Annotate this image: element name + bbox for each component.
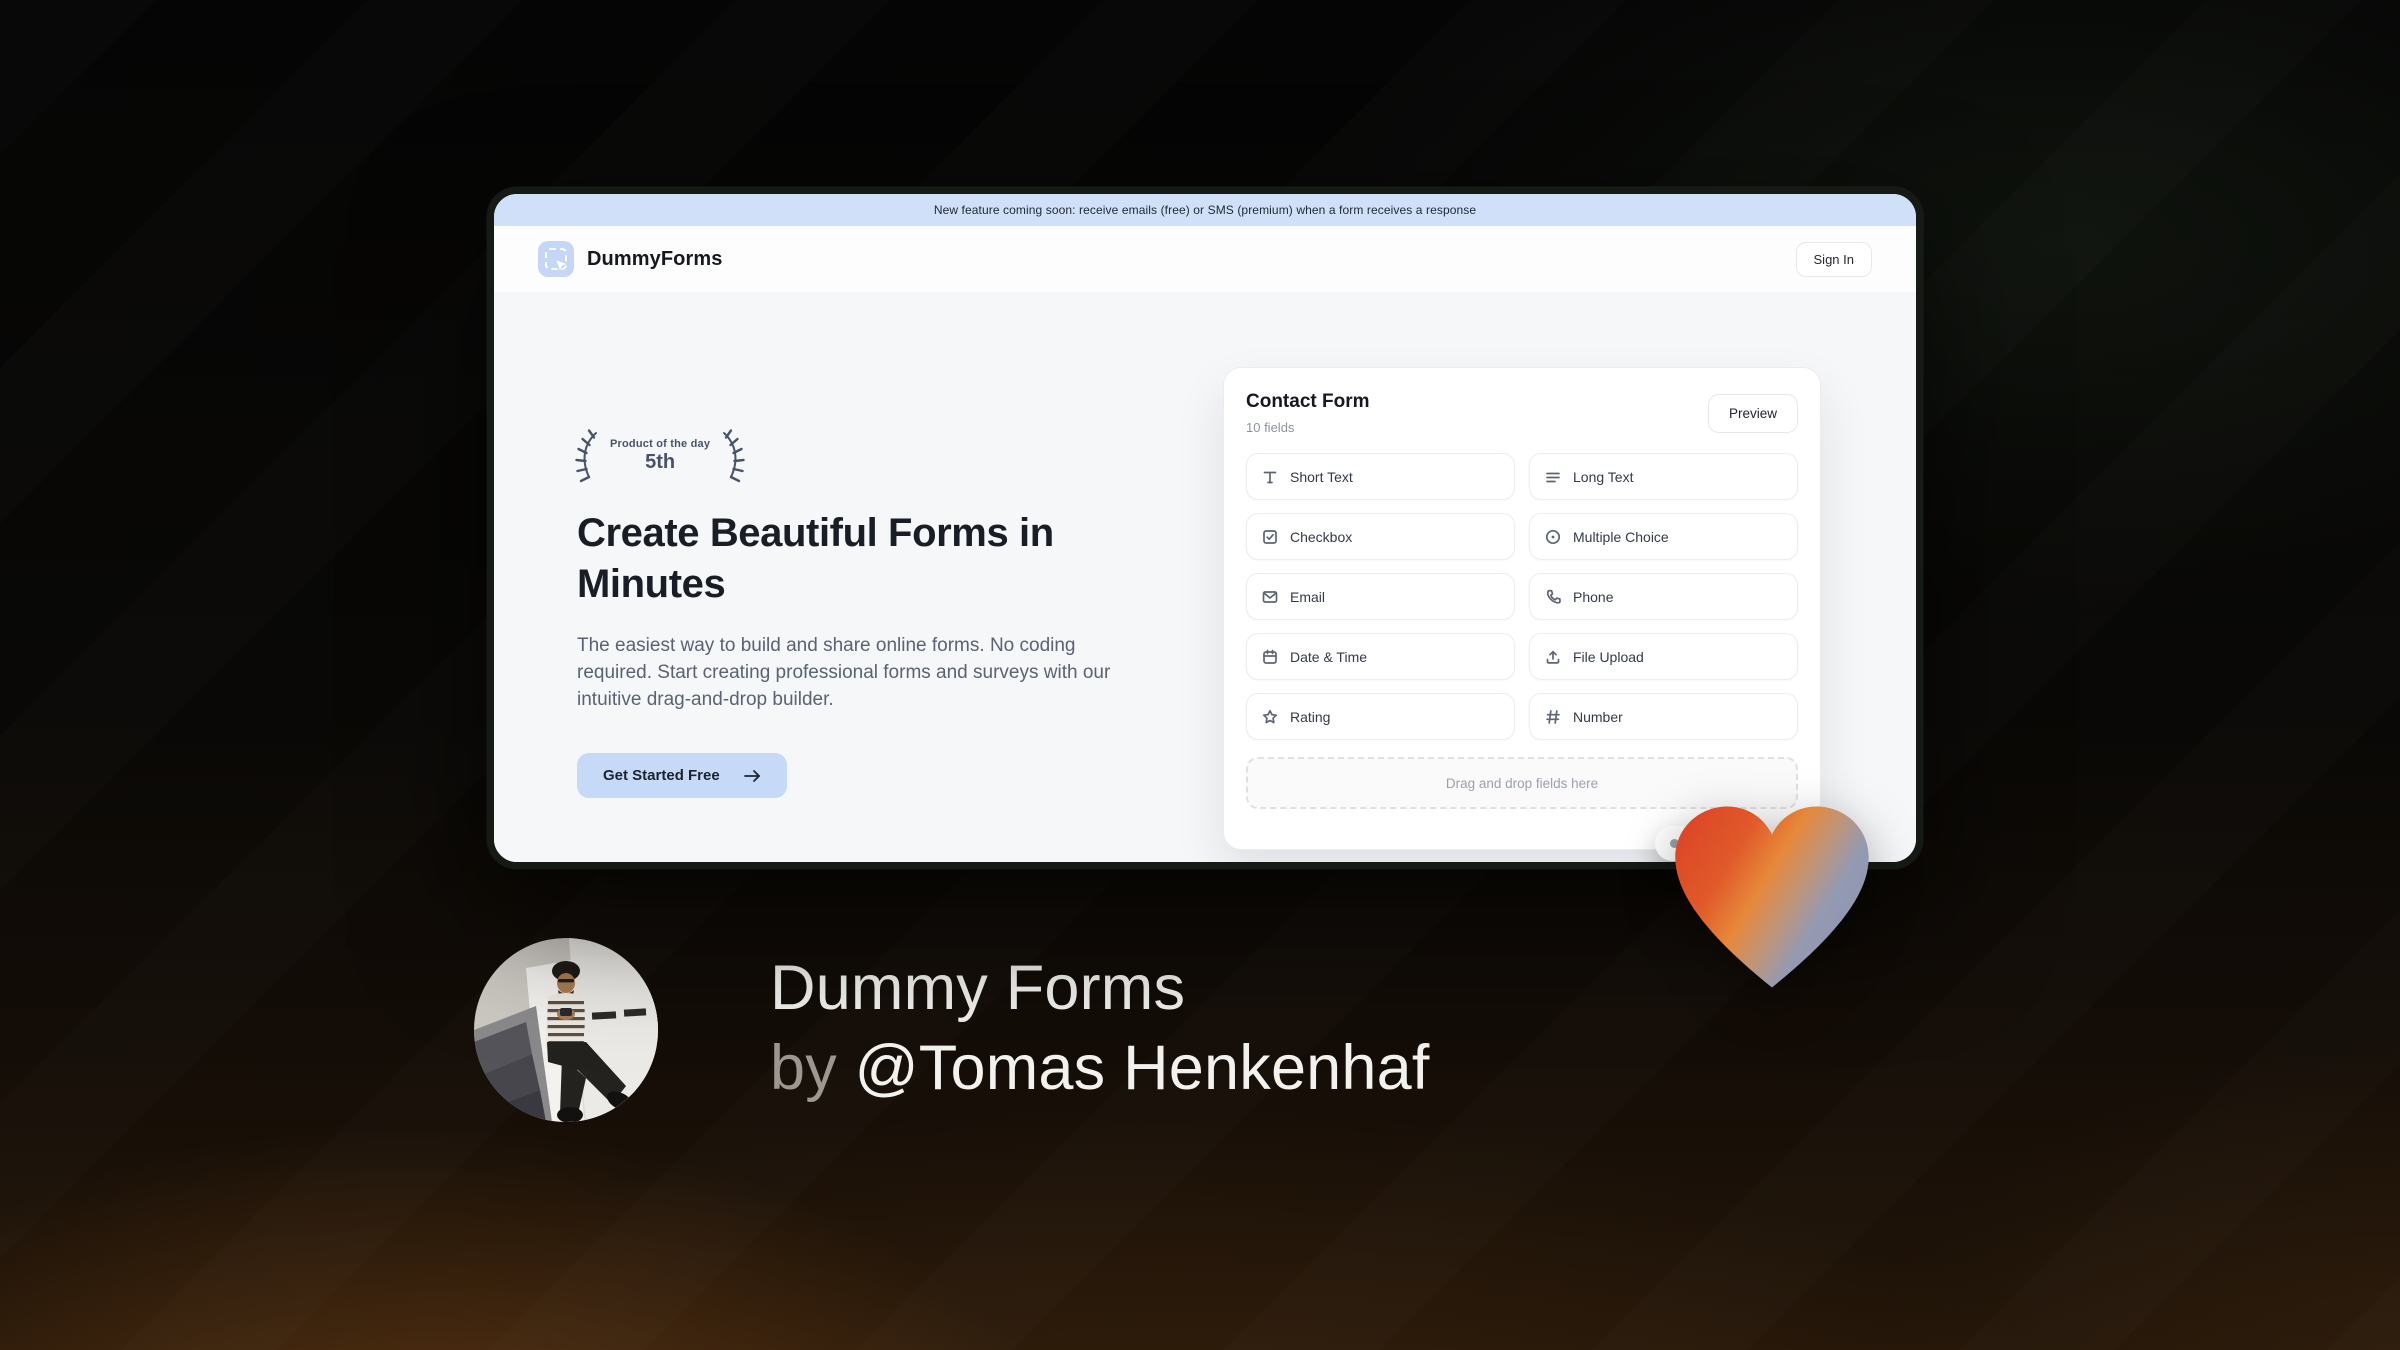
laurel-right-icon xyxy=(723,429,745,483)
field-button-short-text[interactable]: Short Text xyxy=(1246,453,1515,500)
card-header: Contact Form 10 fields Preview xyxy=(1246,391,1798,435)
field-button-multiple-choice[interactable]: Multiple Choice xyxy=(1529,513,1798,560)
field-button-checkbox[interactable]: Checkbox xyxy=(1246,513,1515,560)
dropzone-text: Drag and drop fields here xyxy=(1445,775,1599,791)
laurel-left-icon xyxy=(575,429,597,483)
get-started-button[interactable]: Get Started Free xyxy=(577,753,787,798)
field-label: File Upload xyxy=(1573,648,1644,665)
field-button-date-time[interactable]: Date & Time xyxy=(1246,633,1515,680)
contact-form-card: Contact Form 10 fields Preview Short Tex… xyxy=(1223,367,1821,850)
award-title: Product of the day xyxy=(610,438,711,450)
field-label: Email xyxy=(1290,588,1326,605)
field-label: Rating xyxy=(1290,708,1331,725)
hero-headline: Create Beautiful Forms in Minutes xyxy=(577,511,1054,606)
form-field-count: 10 fields xyxy=(1246,420,1295,435)
field-type-grid: Short Text Long Text Checkbox Multiple Choi… xyxy=(1246,453,1798,740)
heart-icon xyxy=(1675,806,1869,988)
phone-icon xyxy=(1544,588,1562,606)
announcement-text: New feature coming soon: receive emails … xyxy=(933,203,1477,217)
avatar-illustration xyxy=(474,938,658,1122)
hero-section: Product of the day 5th Create Beautiful … xyxy=(494,292,1916,862)
card-header-text: Contact Form 10 fields xyxy=(1246,391,1370,435)
field-button-phone[interactable]: Phone xyxy=(1529,573,1798,620)
cursor-icon xyxy=(556,260,567,271)
arrow-right-icon xyxy=(743,769,760,782)
hash-icon xyxy=(1544,708,1562,726)
text-icon xyxy=(1261,468,1279,486)
field-button-email[interactable]: Email xyxy=(1246,573,1515,620)
lines-icon xyxy=(1544,468,1562,486)
attribution-caption: Dummy Forms by @Tomas Henkenhaf xyxy=(770,948,1430,1108)
form-title: Contact Form xyxy=(1246,391,1370,412)
hero-left-column: Product of the day 5th Create Beautiful … xyxy=(575,428,1162,798)
field-button-long-text[interactable]: Long Text xyxy=(1529,453,1798,500)
preview-button[interactable]: Preview xyxy=(1707,394,1798,433)
caption-line2: by @Tomas Henkenhaf xyxy=(770,1028,1430,1108)
envelope-icon xyxy=(1261,588,1279,606)
browser-window: New feature coming soon: receive emails … xyxy=(487,187,1923,869)
navbar: DummyForms Sign In xyxy=(494,226,1916,292)
brand-name[interactable]: DummyForms xyxy=(587,248,722,271)
calendar-icon xyxy=(1261,648,1279,666)
upload-icon xyxy=(1544,648,1562,666)
field-label: Checkbox xyxy=(1290,528,1353,545)
award-rank: 5th xyxy=(645,451,676,473)
announcement-banner: New feature coming soon: receive emails … xyxy=(494,194,1916,226)
field-label: Short Text xyxy=(1290,468,1353,485)
caption-by: by xyxy=(770,1033,855,1103)
dummyforms-logo-icon[interactable] xyxy=(538,241,574,277)
avatar xyxy=(474,938,658,1122)
checkbox-icon xyxy=(1261,528,1279,546)
caption-line1: Dummy Forms xyxy=(770,953,1186,1023)
field-label: Phone xyxy=(1573,588,1614,605)
field-label: Date & Time xyxy=(1290,648,1368,665)
hero-description: The easiest way to build and share onlin… xyxy=(577,635,1111,710)
sign-in-button[interactable]: Sign In xyxy=(1795,241,1872,277)
field-button-rating[interactable]: Rating xyxy=(1246,693,1515,740)
field-button-number[interactable]: Number xyxy=(1529,693,1798,740)
field-label: Multiple Choice xyxy=(1573,528,1669,545)
field-button-file-upload[interactable]: File Upload xyxy=(1529,633,1798,680)
award-text: Product of the day 5th xyxy=(610,438,710,474)
radio-icon xyxy=(1544,528,1562,546)
field-label: Number xyxy=(1573,708,1623,725)
caption-author: @Tomas Henkenhaf xyxy=(854,1033,1430,1103)
get-started-label: Get Started Free xyxy=(603,767,720,784)
product-of-the-day-badge: Product of the day 5th xyxy=(575,428,745,484)
star-icon xyxy=(1261,708,1279,726)
field-label: Long Text xyxy=(1573,468,1634,485)
